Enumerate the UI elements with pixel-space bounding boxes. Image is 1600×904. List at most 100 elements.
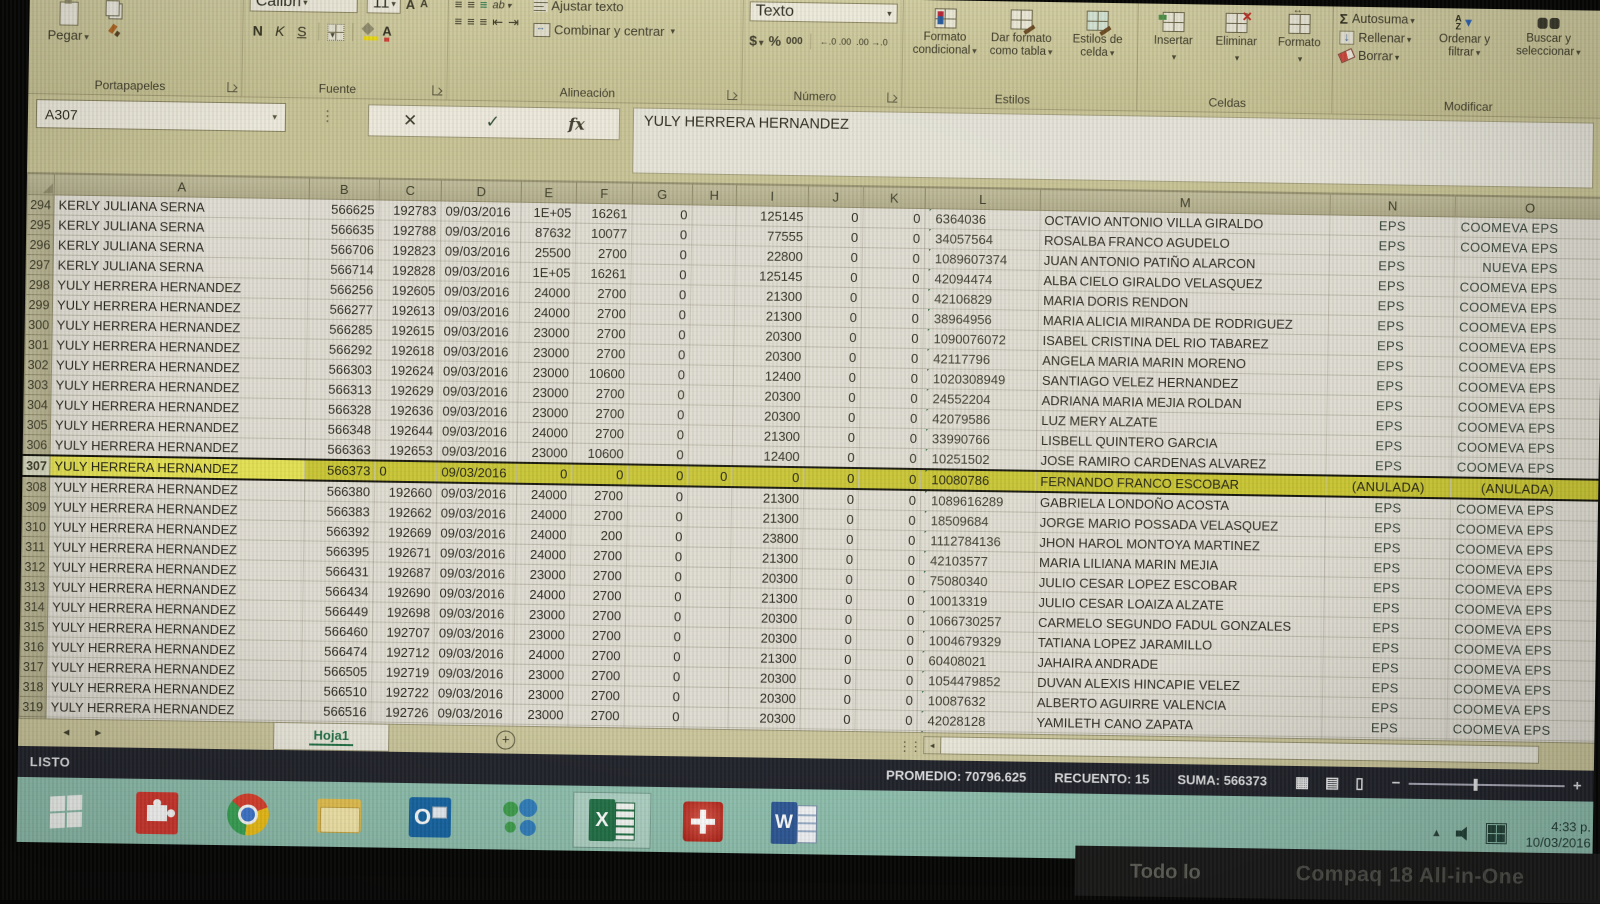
cell[interactable] bbox=[685, 647, 729, 668]
cell[interactable]: 25500 bbox=[520, 242, 575, 263]
cell[interactable]: 42094474 bbox=[924, 269, 1039, 291]
cell[interactable]: 0 bbox=[626, 566, 686, 587]
cell[interactable]: COOMEVA EPS bbox=[1450, 539, 1600, 561]
autosum-button[interactable]: Σ Autosuma bbox=[1340, 11, 1415, 28]
cell[interactable]: 192783 bbox=[379, 200, 441, 221]
cell[interactable]: EPS bbox=[1323, 657, 1448, 679]
cell[interactable]: 0 bbox=[802, 569, 857, 590]
cell[interactable]: 0 bbox=[859, 428, 921, 449]
cell[interactable]: 0 bbox=[857, 550, 919, 571]
cell[interactable]: 0 bbox=[861, 308, 923, 329]
cell[interactable]: EPS bbox=[1324, 597, 1449, 619]
cell[interactable]: 0 bbox=[862, 248, 924, 269]
cell[interactable]: 10087632 bbox=[917, 691, 1032, 713]
cell[interactable]: 20300 bbox=[729, 668, 801, 689]
row-header-294[interactable]: 294 bbox=[27, 194, 54, 214]
cell[interactable]: 20300 bbox=[733, 406, 805, 427]
cell[interactable]: 0 bbox=[626, 586, 686, 607]
cell[interactable]: 2700 bbox=[570, 605, 626, 626]
cell[interactable] bbox=[686, 547, 730, 568]
cell[interactable]: 6364036 bbox=[925, 209, 1040, 231]
cell[interactable]: 192722 bbox=[371, 682, 433, 703]
cell[interactable]: 24000 bbox=[517, 422, 572, 443]
cell[interactable]: 566373 bbox=[305, 459, 375, 481]
row-header-312[interactable]: 312 bbox=[21, 556, 48, 576]
column-header-C[interactable]: C bbox=[379, 179, 441, 201]
cell[interactable]: 75080340 bbox=[919, 571, 1034, 593]
cell[interactable]: COOMEVA EPS bbox=[1454, 277, 1600, 299]
cell[interactable]: 0 bbox=[806, 307, 861, 328]
cell[interactable]: EPS bbox=[1324, 557, 1449, 579]
cell[interactable]: 12400 bbox=[733, 366, 805, 387]
cell[interactable]: 566449 bbox=[303, 601, 373, 622]
cell[interactable]: 192788 bbox=[379, 220, 441, 241]
cell[interactable]: 2700 bbox=[570, 565, 626, 586]
align-bottom-icon[interactable]: ≡ bbox=[480, 0, 487, 10]
zoom-in-button[interactable]: + bbox=[1573, 777, 1582, 794]
cell[interactable] bbox=[688, 425, 732, 446]
cell[interactable]: 0 bbox=[857, 590, 919, 611]
cell[interactable] bbox=[692, 205, 736, 226]
formula-input[interactable]: YULY HERRERA HERNANDEZ bbox=[632, 107, 1594, 188]
cell[interactable]: 42028128 bbox=[917, 711, 1032, 733]
column-header-N[interactable]: N bbox=[1330, 194, 1455, 217]
row-header-299[interactable]: 299 bbox=[25, 294, 52, 314]
cell[interactable]: 0 bbox=[631, 264, 691, 285]
cell[interactable]: EPS bbox=[1329, 275, 1454, 297]
cell[interactable] bbox=[690, 305, 734, 326]
cell[interactable]: 566348 bbox=[305, 419, 375, 440]
cell[interactable]: 10077 bbox=[576, 223, 632, 244]
zoom-slider[interactable]: − + bbox=[1392, 774, 1582, 794]
cell[interactable]: 2700 bbox=[572, 423, 628, 444]
cell[interactable]: 192618 bbox=[377, 340, 439, 361]
cell[interactable]: 1004679329 bbox=[918, 631, 1033, 653]
borders-button[interactable] bbox=[327, 23, 344, 40]
cell[interactable]: 23000 bbox=[515, 564, 570, 585]
cell[interactable]: COOMEVA EPS bbox=[1447, 699, 1597, 721]
cell[interactable]: 0 bbox=[860, 388, 922, 409]
cell[interactable]: 0 bbox=[517, 463, 572, 485]
row-header-315[interactable]: 315 bbox=[20, 616, 47, 636]
cell[interactable]: 21300 bbox=[729, 648, 801, 669]
cell[interactable]: (ANULADA) bbox=[1451, 477, 1600, 500]
cell[interactable]: 23000 bbox=[518, 382, 573, 403]
cell[interactable]: EPS bbox=[1326, 455, 1451, 477]
cell[interactable]: 09/03/2016 bbox=[433, 703, 513, 724]
number-dialog-launcher[interactable] bbox=[887, 92, 897, 102]
cell[interactable] bbox=[692, 225, 736, 246]
sheet-nav-arrows[interactable]: ◂▸ bbox=[63, 725, 127, 740]
cell[interactable]: COOMEVA EPS bbox=[1454, 237, 1600, 259]
clipboard-dialog-launcher[interactable] bbox=[227, 82, 237, 92]
cell[interactable]: 566395 bbox=[304, 541, 374, 562]
cell[interactable]: 0 bbox=[805, 387, 860, 408]
taskbar-red-cross-app[interactable] bbox=[664, 793, 743, 850]
page-layout-view-button[interactable]: ▤ bbox=[1325, 773, 1339, 791]
cell[interactable]: COOMEVA EPS bbox=[1453, 337, 1600, 359]
cell[interactable]: 0 bbox=[808, 227, 863, 248]
cell[interactable]: 23000 bbox=[515, 604, 570, 625]
cell[interactable]: 0 bbox=[804, 427, 859, 448]
cell[interactable]: 0 bbox=[800, 689, 855, 710]
cell[interactable]: EPS bbox=[1327, 375, 1452, 397]
cell[interactable]: 566328 bbox=[306, 399, 376, 420]
cell[interactable]: 0 bbox=[861, 348, 923, 369]
cell[interactable]: 09/03/2016 bbox=[440, 281, 520, 302]
wrap-text-button[interactable]: Ajustar texto bbox=[533, 0, 675, 15]
cell[interactable] bbox=[688, 445, 732, 466]
taskbar-word[interactable] bbox=[755, 794, 834, 851]
cell[interactable]: 2700 bbox=[568, 685, 624, 706]
cell[interactable]: 192629 bbox=[376, 380, 438, 401]
cell[interactable]: COOMEVA EPS bbox=[1447, 679, 1597, 701]
cell[interactable]: 0 bbox=[630, 324, 690, 345]
cell[interactable]: 23000 bbox=[513, 704, 568, 725]
cell[interactable]: 566303 bbox=[306, 359, 376, 380]
cell[interactable]: 09/03/2016 bbox=[437, 461, 517, 483]
cell[interactable]: EPS bbox=[1330, 215, 1455, 237]
cell[interactable]: 566510 bbox=[301, 681, 371, 702]
cell[interactable]: 0 bbox=[861, 328, 923, 349]
cell[interactable]: 09/03/2016 bbox=[435, 583, 515, 604]
merge-center-button[interactable]: Combinar y centrar bbox=[533, 22, 675, 39]
cell[interactable]: EPS bbox=[1327, 395, 1452, 417]
cell[interactable]: 10251502 bbox=[921, 449, 1036, 471]
cell[interactable]: 0 bbox=[803, 488, 858, 509]
